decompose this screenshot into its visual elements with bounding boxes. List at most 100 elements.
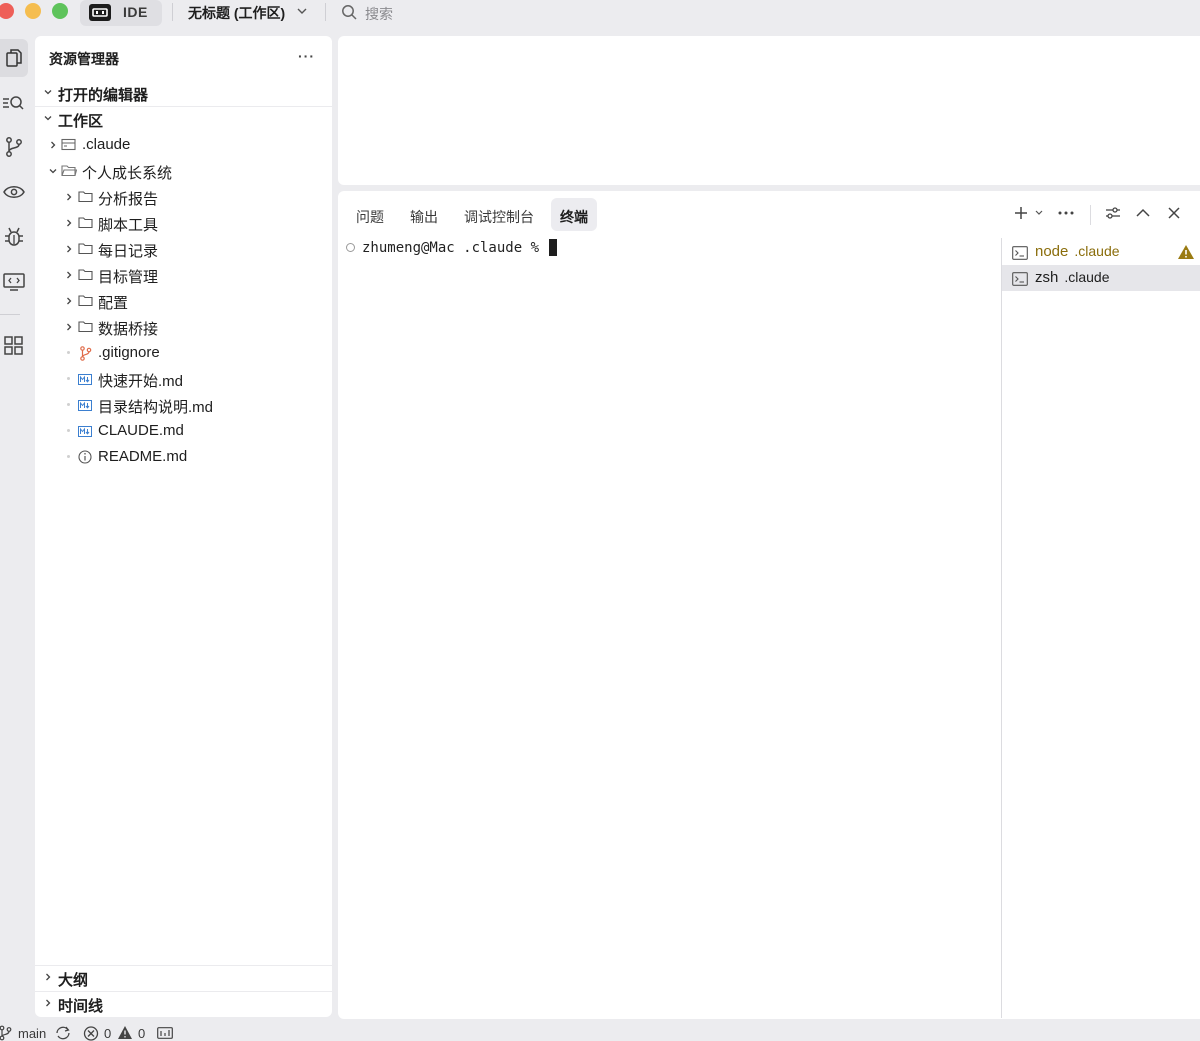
- explorer-sidebar: 资源管理器 ··· 打开的编辑器 工作区 .claude 个人成长系统 分析报告…: [35, 36, 332, 1017]
- preview-activity-button[interactable]: [0, 173, 28, 211]
- window-close-button[interactable]: [0, 3, 14, 19]
- git-branch-label[interactable]: main: [18, 1026, 46, 1041]
- search-icon[interactable]: [341, 4, 358, 21]
- chevron-right-icon: [67, 245, 72, 253]
- error-icon[interactable]: [83, 1026, 99, 1041]
- tree-item-label: 每日记录: [98, 243, 159, 260]
- tree-item-label: 数据桥接: [98, 321, 159, 338]
- tree-item-folder[interactable]: 脚本工具: [35, 210, 332, 236]
- chevron-down-icon: [44, 116, 52, 121]
- terminal-prompt: zhumeng@Mac .claude %: [362, 239, 548, 256]
- maximize-panel-icon[interactable]: [1136, 208, 1150, 217]
- tree-item-personal-growth[interactable]: 个人成长系统: [35, 158, 332, 184]
- terminal-dir: .claude: [1064, 269, 1110, 285]
- search-input[interactable]: 搜索: [365, 4, 393, 24]
- tab-terminal[interactable]: 终端: [551, 198, 597, 231]
- extensions-activity-button[interactable]: [0, 327, 28, 365]
- git-file-icon: [80, 346, 92, 361]
- window-maximize-button[interactable]: [52, 3, 68, 19]
- tree-item-folder[interactable]: 配置: [35, 288, 332, 314]
- sync-icon[interactable]: [54, 1025, 72, 1041]
- chevron-right-icon: [67, 271, 72, 279]
- eye-icon: [3, 186, 25, 198]
- tree-item-folder[interactable]: 分析报告: [35, 184, 332, 210]
- markdown-icon: [78, 374, 92, 385]
- ide-app-tab[interactable]: IDE: [80, 0, 162, 26]
- tree-item-file[interactable]: CLAUDE.md: [35, 418, 332, 444]
- tree-item-label: 目录结构说明.md: [98, 399, 214, 416]
- terminal-output[interactable]: zhumeng@Mac .claude %: [346, 239, 558, 256]
- ports-icon[interactable]: [157, 1027, 173, 1039]
- terminal-dir: .claude: [1074, 243, 1120, 259]
- bottom-panel: 问题 输出 调试控制台 终端 zhumeng@Mac .claude % nod…: [338, 191, 1200, 1019]
- tree-item-label: CLAUDE.md: [98, 422, 184, 439]
- tree-item-file[interactable]: README.md: [35, 444, 332, 470]
- debug-activity-button[interactable]: [0, 218, 28, 256]
- explorer-activity-button[interactable]: [0, 39, 28, 77]
- tree-item-label: README.md: [98, 448, 188, 465]
- window-minimize-button[interactable]: [25, 3, 41, 19]
- tree-item-label: 配置: [98, 295, 129, 312]
- remote-explorer-activity-button[interactable]: [0, 263, 28, 301]
- folder-open-icon: [61, 165, 77, 177]
- tree-indent-dot: [67, 403, 70, 406]
- editor-area[interactable]: [338, 36, 1200, 185]
- folder-icon: [78, 321, 93, 333]
- tree-item-file[interactable]: 快速开始.md: [35, 366, 332, 392]
- tree-indent-dot: [67, 351, 70, 354]
- tab-debug-console[interactable]: 调试控制台: [455, 198, 543, 231]
- warning-count[interactable]: 0: [138, 1026, 145, 1041]
- outline-section-header[interactable]: 大纲: [35, 966, 332, 990]
- git-branch-icon: [6, 137, 22, 157]
- ide-logo-icon: [89, 4, 111, 21]
- activity-bar: [0, 36, 30, 1026]
- tree-item-label: .gitignore: [98, 344, 160, 361]
- error-count[interactable]: 0: [104, 1026, 111, 1041]
- more-actions-icon[interactable]: [1058, 211, 1074, 215]
- tab-problems[interactable]: 问题: [347, 198, 393, 231]
- close-panel-icon[interactable]: [1167, 206, 1181, 220]
- terminal-instance-zsh[interactable]: zsh .claude: [1002, 265, 1200, 291]
- tab-output[interactable]: 输出: [401, 198, 447, 231]
- add-terminal-icon[interactable]: [1014, 206, 1028, 220]
- open-editors-section-header[interactable]: 打开的编辑器: [35, 81, 332, 105]
- markdown-icon: [78, 426, 92, 437]
- titlebar-divider: [172, 3, 173, 21]
- terminal-icon: [1012, 246, 1028, 260]
- workspace-section-header[interactable]: 工作区: [35, 107, 332, 131]
- chevron-right-icon: [46, 973, 51, 981]
- ide-tab-label: IDE: [123, 4, 148, 20]
- tree-item-file[interactable]: .gitignore: [35, 340, 332, 366]
- chevron-down-icon[interactable]: [1035, 210, 1043, 216]
- workspace-label: 工作区: [58, 113, 104, 130]
- tree-item-folder[interactable]: 数据桥接: [35, 314, 332, 340]
- search-activity-button[interactable]: [0, 84, 28, 122]
- folder-icon: [78, 217, 93, 229]
- chevron-right-icon: [67, 219, 72, 227]
- warning-icon[interactable]: [117, 1025, 133, 1040]
- timeline-section-header[interactable]: 时间线: [35, 992, 332, 1016]
- tree-item-label: 分析报告: [98, 191, 159, 208]
- terminal-name: node: [1035, 243, 1069, 260]
- remote-monitor-icon: [3, 273, 25, 291]
- terminal-instance-node[interactable]: node .claude: [1002, 239, 1200, 265]
- files-icon: [6, 49, 22, 67]
- title-bar: IDE 无标题 (工作区) 搜索: [0, 0, 1200, 26]
- timeline-label: 时间线: [58, 998, 104, 1015]
- settings-sliders-icon[interactable]: [1105, 206, 1121, 220]
- folder-icon: [78, 269, 93, 281]
- tree-item-folder[interactable]: 每日记录: [35, 236, 332, 262]
- explorer-more-button[interactable]: ···: [298, 48, 315, 64]
- tree-item-claude[interactable]: .claude: [35, 132, 332, 158]
- terminal-cursor: [549, 239, 558, 256]
- chevron-down-icon[interactable]: [296, 6, 308, 16]
- git-branch-icon: [0, 1025, 12, 1041]
- tree-indent-dot: [67, 377, 70, 380]
- open-editors-label: 打开的编辑器: [58, 87, 149, 104]
- chevron-down-icon: [49, 169, 57, 174]
- status-bar: main 0 0: [0, 1023, 1200, 1041]
- tree-item-file[interactable]: 目录结构说明.md: [35, 392, 332, 418]
- source-control-activity-button[interactable]: [0, 128, 28, 166]
- workspace-title[interactable]: 无标题 (工作区): [188, 3, 285, 23]
- tree-item-folder[interactable]: 目标管理: [35, 262, 332, 288]
